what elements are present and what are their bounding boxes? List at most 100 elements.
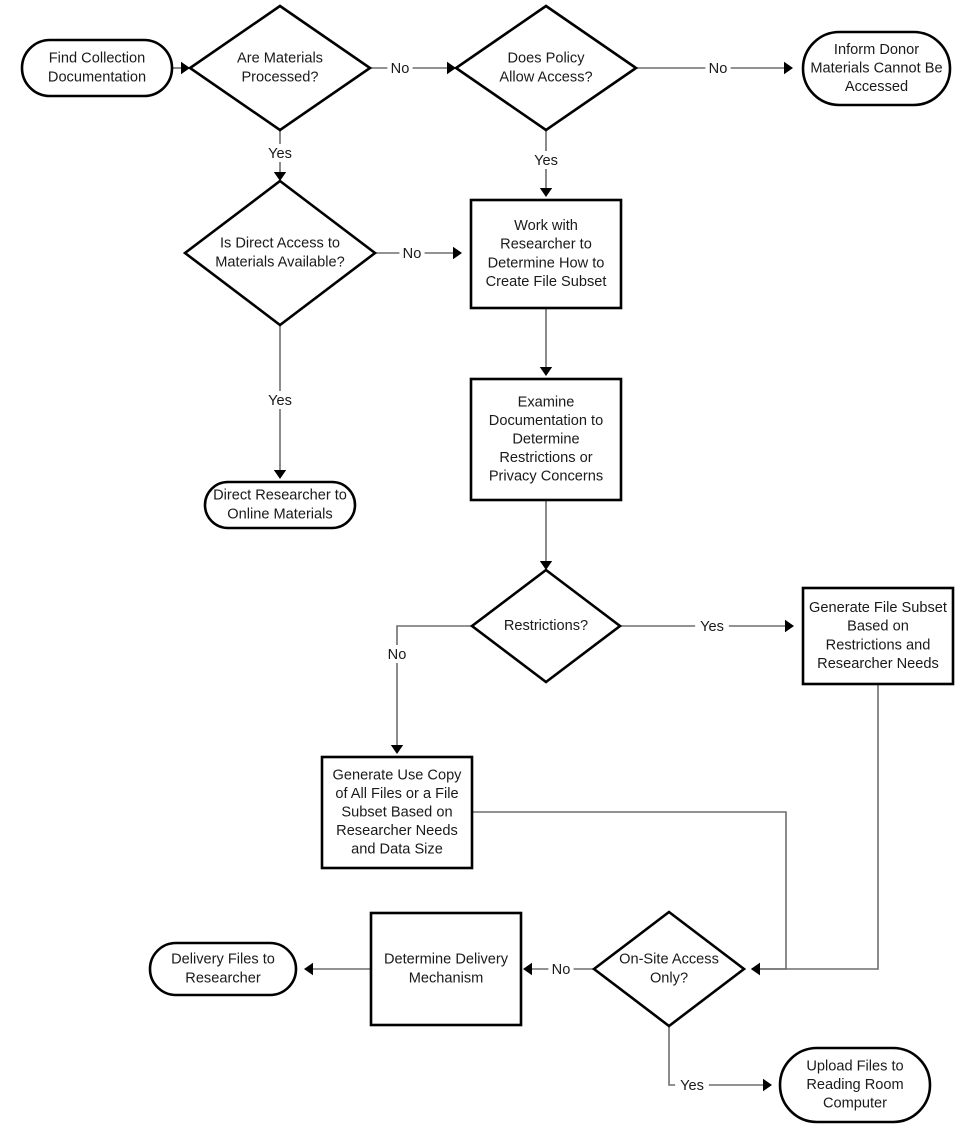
node-examine-documentation-to-determine-restrictions-or-privacy-concerns[interactable]: Examine Documentation to Determine Restrict… [469,377,623,502]
edge-label-e4: Yes [263,144,297,162]
node-restrictions[interactable]: Restrictions? [469,568,623,684]
node-label-line: Determine Delivery [384,952,509,968]
node-label-line: Work with [514,218,578,234]
arrowhead-icon [273,470,287,479]
edge-label-e10: Yes [695,617,729,635]
node-generate-use-copy-of-all-files-or-a-file-subset[interactable]: Generate Use Copy of All Files or a File S… [320,755,474,870]
node-label-line: On-Site Access [619,952,719,968]
edge-label-text: No [388,647,407,663]
edge-label-e2: No [387,59,413,77]
node-label-line: Researcher Needs [817,656,939,672]
node-direct-researcher-to-online-materials[interactable]: Direct Researcher to Online Materials [203,480,357,530]
arrowhead-icon [539,188,553,197]
node-label: Generate Use Copy of All Files or a File S… [333,767,463,857]
edge-label-text: Yes [268,393,292,409]
node-label-line: Restrictions or [499,450,592,466]
decision-diamond[interactable] [453,4,639,132]
node-on-site-access-only[interactable]: On-Site Access Only? [591,910,747,1028]
arrowhead-icon [784,61,793,75]
node-label-line: of All Files or a File [335,786,458,802]
node-label-line: Materials Available? [215,254,345,270]
node-label-line: Restrictions and [826,637,931,653]
node-label-line: Allow Access? [499,69,592,85]
arrowhead-icon [763,1078,772,1092]
node-label-line: Reading Room [806,1077,903,1093]
decision-diamond[interactable] [182,179,378,327]
connector-line [758,684,879,970]
arrowhead-icon [539,367,553,376]
flowchart-svg: Find Collection Documentation Are Material… [20,4,955,1124]
node-generate-file-subset-based-on-restrictions-and-researcher-needs[interactable]: Generate File Subset Based on Restrictions… [801,586,955,686]
connector-e9 [539,500,553,570]
node-label-line: Inform Donor [834,42,919,58]
node-find-collection-documentation[interactable]: Find Collection Documentation [20,38,174,98]
arrowhead-icon [390,745,404,754]
edge-label-e16: Yes [675,1076,709,1094]
node-label-line: Examine [518,394,575,410]
node-label-line: Subset Based on [341,804,452,820]
node-label: Restrictions? [504,618,588,634]
node-label-line: Documentation to [489,413,603,429]
arrowhead-icon [523,962,532,976]
node-label-line: Does Policy [507,51,585,67]
node-label-line: Computer [823,1095,887,1111]
arrowhead-icon [785,619,794,633]
edge-label-text: Yes [700,619,724,635]
node-label-line: Is Direct Access to [220,236,340,252]
arrowhead-icon [304,962,313,976]
node-label-line: Direct Researcher to [213,488,347,504]
node-is-direct-access-to-materials-available[interactable]: Is Direct Access to Materials Available? [182,179,378,327]
node-label-line: Materials Cannot Be [810,60,942,76]
node-label-line: Upload Files to [806,1058,903,1074]
node-determine-delivery-mechanism[interactable]: Determine Delivery Mechanism [369,911,523,1027]
node-work-with-researcher-to-determine-how-to-create-file-subset[interactable]: Work with Researcher to Determine How to Cr… [469,198,623,310]
edge-label-e11: No [384,645,410,663]
decision-diamond[interactable] [187,4,373,132]
node-layer: Find Collection Documentation Are Material… [20,4,955,1124]
arrowhead-icon [751,962,760,976]
node-label-line: Find Collection [49,51,146,67]
node-label-line: Generate Use Copy [333,767,463,783]
edge-label-text: No [709,61,728,77]
edge-label-text: Yes [268,146,292,162]
connector-e8 [539,308,553,376]
node-are-materials-processed[interactable]: Are Materials Processed? [187,4,373,132]
connector-e12 [751,684,879,976]
terminator-rounded-rect[interactable] [20,38,174,98]
edge-label-e6: No [399,244,425,262]
node-label-line: Delivery Files to [171,952,275,968]
node-label-line: Researcher [185,970,261,986]
connector-line [396,625,472,749]
node-label-line: Accessed [845,79,908,95]
node-label-line: Online Materials [227,506,332,522]
node-label-line: Privacy Concerns [489,469,603,485]
node-label-line: Processed? [241,69,318,85]
edge-label-e14: No [548,960,574,978]
connector-e1 [172,61,190,75]
node-label-line: Generate File Subset [809,600,947,616]
process-rect[interactable] [369,911,523,1027]
node-delivery-files-to-researcher[interactable]: Delivery Files to Researcher [148,941,298,997]
node-inform-donor-materials-cannot-be-accessed[interactable]: Inform Donor Materials Cannot Be Accessed [801,30,952,107]
flowchart-canvas: Find Collection Documentation Are Material… [0,0,972,1140]
node-label-line: Determine How to [488,255,605,271]
edge-label-e7: Yes [263,391,297,409]
edge-label-text: Yes [534,153,558,169]
node-does-policy-allow-access[interactable]: Does Policy Allow Access? [453,4,639,132]
node-label-line: Determine [512,431,579,447]
edge-label-text: No [391,61,410,77]
edge-label-text: No [552,962,571,978]
arrowhead-icon [453,246,462,260]
node-upload-files-to-reading-room-computer[interactable]: Upload Files to Reading Room Computer [778,1046,932,1124]
node-label-line: and Data Size [351,842,443,858]
node-label-line: Restrictions? [504,618,588,634]
decision-diamond[interactable] [591,910,747,1028]
process-rect[interactable] [469,198,623,310]
edge-label-e3: No [705,59,731,77]
node-label-line: Mechanism [409,970,484,986]
node-label-line: Researcher to [500,237,592,253]
node-label-line: Are Materials [237,51,323,67]
node-label-line: Researcher Needs [336,823,458,839]
edge-label-e5: Yes [529,151,563,169]
node-label-line: Based on [847,619,909,635]
